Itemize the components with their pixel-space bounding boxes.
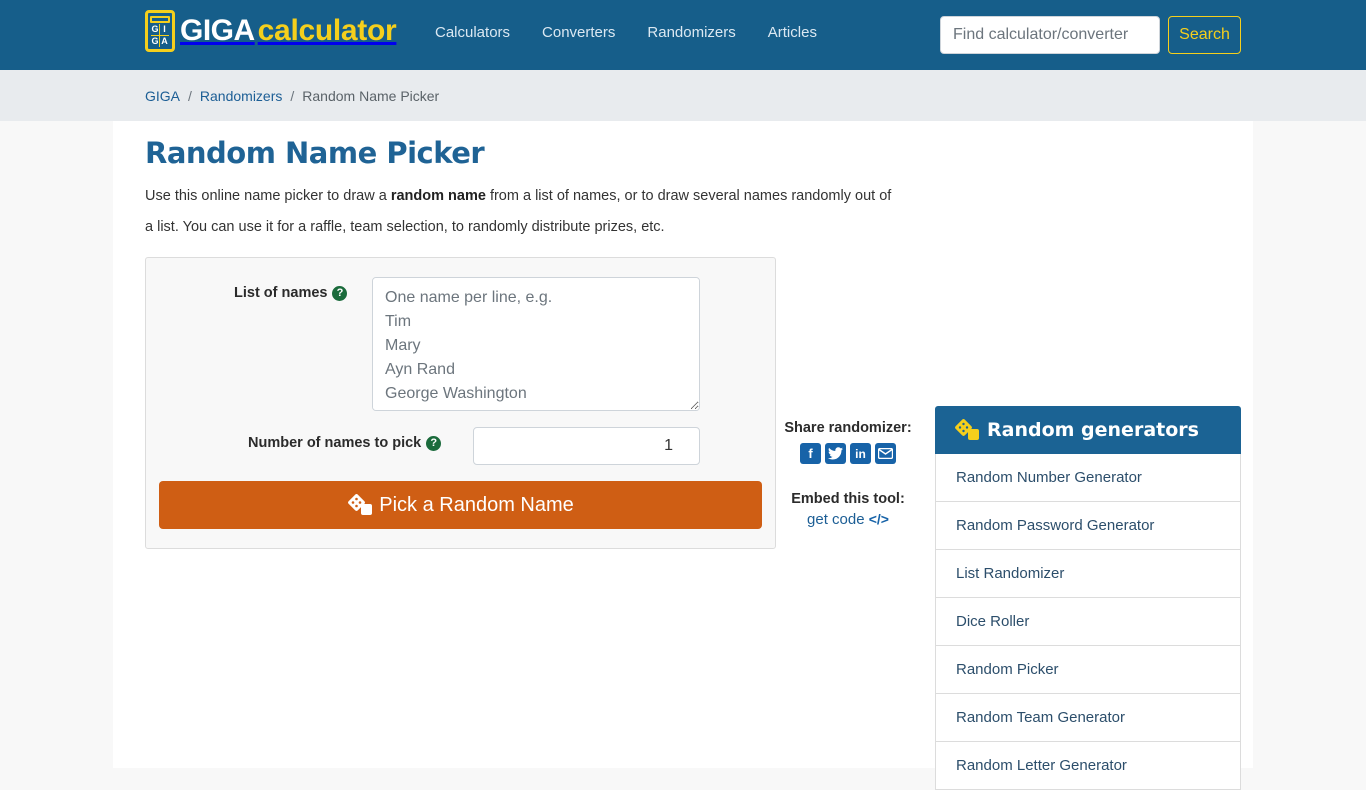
nav-converters[interactable]: Converters: [526, 24, 631, 41]
sidebar-link[interactable]: Random Number Generator: [956, 469, 1142, 486]
sidebar-link[interactable]: Dice Roller: [956, 613, 1029, 630]
sidebar-link[interactable]: List Randomizer: [956, 565, 1064, 582]
main-nav: Calculators Converters Randomizers Artic…: [419, 0, 833, 64]
number-to-pick-input[interactable]: [473, 427, 700, 465]
list-of-names-label: List of names ?: [234, 285, 348, 301]
dice-icon: [955, 419, 979, 440]
list-item: Random Picker: [935, 646, 1241, 694]
breadcrumb-randomizers[interactable]: Randomizers: [200, 88, 282, 104]
share-title: Share randomizer:: [784, 420, 912, 436]
top-navbar: G I G A GIGA calculator Calculators Conv…: [0, 0, 1366, 70]
dice-icon: [348, 494, 373, 515]
breadcrumb-bar: GIGA / Randomizers / Random Name Picker: [0, 70, 1366, 121]
share-panel: Share randomizer: f in Embed this tool: …: [778, 420, 918, 528]
calculator-logo-icon: G I G A: [145, 10, 175, 52]
search-button[interactable]: Search: [1168, 16, 1241, 54]
site-logo[interactable]: G I G A GIGA calculator: [145, 10, 397, 52]
list-item: Random Password Generator: [935, 502, 1241, 550]
sidebar-link[interactable]: Random Letter Generator: [956, 757, 1127, 774]
breadcrumb-current: Random Name Picker: [302, 87, 440, 104]
get-code-link[interactable]: get code </>: [807, 511, 889, 528]
breadcrumb-separator: /: [290, 87, 295, 104]
pick-random-name-button[interactable]: Pick a Random Name: [159, 481, 762, 529]
random-generators-panel: Random generators Random Number Generato…: [935, 406, 1241, 790]
page-title: Random Name Picker: [145, 136, 485, 170]
search-input[interactable]: [940, 16, 1160, 54]
names-textarea[interactable]: [372, 277, 700, 411]
list-item: Dice Roller: [935, 598, 1241, 646]
facebook-icon[interactable]: f: [800, 443, 821, 464]
nav-calculators[interactable]: Calculators: [419, 24, 526, 41]
breadcrumb-separator: /: [188, 87, 192, 104]
help-icon[interactable]: ?: [332, 285, 348, 301]
logo-text-giga: GIGA: [180, 14, 255, 47]
embed-title: Embed this tool:: [791, 491, 905, 507]
name-picker-form: List of names ? Number of names to pick …: [145, 257, 776, 549]
random-generators-list: Random Number Generator Random Password …: [935, 454, 1241, 790]
intro-text: Use this online name picker to draw a ra…: [145, 188, 892, 235]
list-item: Random Letter Generator: [935, 742, 1241, 790]
list-item: Random Team Generator: [935, 694, 1241, 742]
list-item: List Randomizer: [935, 550, 1241, 598]
number-to-pick-label: Number of names to pick ?: [248, 435, 442, 451]
sidebar-link[interactable]: Random Team Generator: [956, 709, 1125, 726]
nav-randomizers[interactable]: Randomizers: [631, 24, 751, 41]
twitter-icon[interactable]: [825, 443, 846, 464]
random-generators-header: Random generators: [935, 406, 1241, 454]
code-icon: </>: [868, 511, 889, 527]
share-icons: f in: [778, 443, 918, 464]
sidebar-link[interactable]: Random Picker: [956, 661, 1059, 678]
breadcrumb-giga[interactable]: GIGA: [145, 88, 180, 104]
sidebar-link[interactable]: Random Password Generator: [956, 517, 1154, 534]
logo-text-calculator: calculator: [257, 14, 397, 47]
help-icon[interactable]: ?: [426, 435, 442, 451]
breadcrumb: GIGA / Randomizers / Random Name Picker: [145, 70, 439, 121]
list-item: Random Number Generator: [935, 454, 1241, 502]
intro-bold: random name: [390, 188, 486, 204]
email-icon[interactable]: [875, 443, 896, 464]
nav-articles[interactable]: Articles: [752, 24, 833, 41]
linkedin-icon[interactable]: in: [850, 443, 871, 464]
